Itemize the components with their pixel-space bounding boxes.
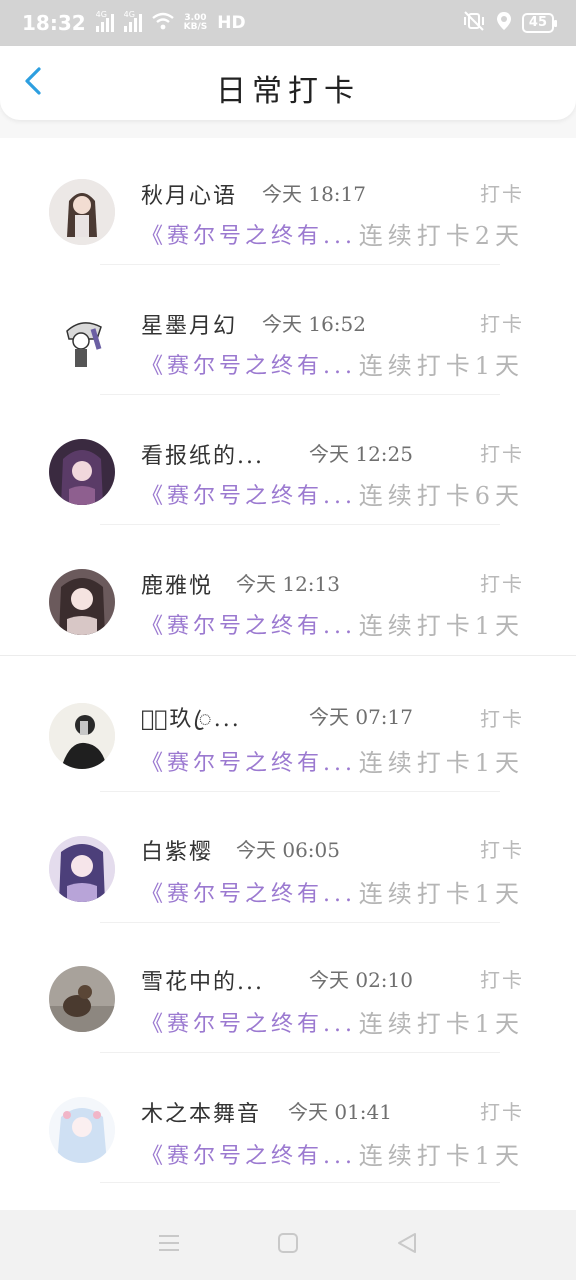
divider (100, 394, 500, 395)
streak-text: 连续打卡2天 (358, 222, 524, 250)
section-divider (0, 655, 576, 656)
checkin-label: 打卡 (480, 312, 524, 336)
status-bar: 18:32 4G 4G 3.00 KB/S HD 45 (0, 0, 576, 46)
topic-link[interactable]: 《赛尔号之终有... (141, 218, 356, 250)
avatar[interactable] (49, 703, 115, 769)
avatar[interactable] (49, 439, 115, 505)
topic-link[interactable]: 《赛尔号之终有... (141, 876, 356, 908)
checkin-label: 打卡 (480, 1100, 524, 1124)
checkin-time: 今天 16:52 (262, 312, 366, 336)
streak-text: 连续打卡1天 (358, 880, 524, 908)
checkin-label: 打卡 (480, 442, 524, 466)
page-title: 日常打卡 (216, 74, 360, 109)
signal-icon: 4G (95, 10, 114, 32)
user-name[interactable]: 秋月心语 (141, 178, 237, 210)
divider (100, 922, 500, 923)
system-nav-bar (0, 1210, 576, 1280)
streak-text: 连续打卡1天 (358, 1142, 524, 1170)
battery-icon: 45 (521, 13, 558, 33)
menu-button[interactable] (149, 1225, 189, 1265)
checkin-label: 打卡 (480, 572, 524, 596)
topic-link[interactable]: 《赛尔号之终有... (141, 1006, 356, 1038)
checkin-row[interactable]: 雪花中的... 今天 02:10 打卡 《赛尔号之终有... 连续打卡1天 (0, 936, 576, 1066)
checkin-time: 今天 01:41 (288, 1100, 392, 1124)
checkin-row[interactable]: 秋月心语 今天 18:17 打卡 《赛尔号之终有... 连续打卡2天 (0, 148, 576, 278)
avatar[interactable] (49, 966, 115, 1032)
signal-icon-2: 4G (123, 10, 142, 32)
divider (100, 1052, 500, 1053)
user-name[interactable]: 星墨月幻 (141, 308, 237, 340)
user-name[interactable]: 鹿雅悦 (141, 568, 213, 600)
net-speed-unit: KB/S (183, 22, 208, 32)
topic-link[interactable]: 《赛尔号之终有... (141, 608, 356, 640)
avatar[interactable] (49, 1097, 115, 1163)
checkin-row[interactable]: 白紫樱 今天 06:05 打卡 《赛尔号之终有... 连续打卡1天 (0, 806, 576, 936)
checkin-label: 打卡 (480, 707, 524, 731)
header: 日常打卡 (0, 46, 576, 120)
checkin-row[interactable]: 鹿雅悦 今天 12:13 打卡 《赛尔号之终有... 连续打卡1天 (0, 538, 576, 668)
user-name[interactable]: 𝓜ꦿ玖ꦿ... (141, 701, 241, 747)
checkin-time: 今天 12:13 (236, 572, 340, 596)
checkin-row[interactable]: 木之本舞音 今天 01:41 打卡 《赛尔号之终有... 连续打卡1天 (0, 1066, 576, 1196)
checkin-label: 打卡 (480, 968, 524, 992)
user-name[interactable]: 白紫樱 (141, 834, 213, 866)
checkin-row[interactable]: 星墨月幻 今天 16:52 打卡 《赛尔号之终有... 连续打卡1天 (0, 278, 576, 408)
streak-text: 连续打卡6天 (358, 482, 524, 510)
streak-text: 连续打卡1天 (358, 352, 524, 380)
checkin-label: 打卡 (480, 182, 524, 206)
checkin-time: 今天 18:17 (262, 182, 366, 206)
home-button[interactable] (268, 1225, 308, 1265)
net-speed: 3.00 KB/S (184, 14, 208, 32)
checkin-row[interactable]: 𝓜ꦿ玖ꦿ... 今天 07:17 打卡 《赛尔号之终有... 连续打卡1天 (0, 673, 576, 803)
user-name[interactable]: 木之本舞音 (141, 1096, 261, 1128)
status-left: 18:32 4G 4G 3.00 KB/S HD (22, 10, 246, 35)
divider (100, 264, 500, 265)
checkin-time: 今天 06:05 (236, 838, 340, 862)
vibrate-mute-icon (462, 10, 486, 36)
checkin-time: 今天 12:25 (309, 442, 413, 466)
back-triangle-icon (396, 1232, 418, 1258)
checkin-list: 秋月心语 今天 18:17 打卡 《赛尔号之终有... 连续打卡2天 星墨月幻 … (0, 138, 576, 1210)
location-icon (496, 11, 512, 36)
streak-text: 连续打卡1天 (358, 1010, 524, 1038)
status-right: 45 (462, 10, 558, 36)
checkin-time: 今天 02:10 (309, 968, 413, 992)
avatar[interactable] (49, 309, 115, 375)
wifi-icon (151, 12, 174, 35)
signal-label-2: 4G (123, 10, 135, 19)
topic-link[interactable]: 《赛尔号之终有... (141, 745, 356, 777)
checkin-time: 今天 07:17 (309, 705, 413, 729)
status-time: 18:32 (22, 11, 86, 35)
user-name[interactable]: 看报纸的... (141, 438, 264, 470)
system-back-button[interactable] (387, 1225, 427, 1265)
avatar[interactable] (49, 569, 115, 635)
avatar[interactable] (49, 179, 115, 245)
home-square-icon (277, 1232, 299, 1258)
checkin-label: 打卡 (480, 838, 524, 862)
divider (100, 791, 500, 792)
menu-icon (158, 1233, 180, 1257)
topic-link[interactable]: 《赛尔号之终有... (141, 348, 356, 380)
streak-text: 连续打卡1天 (358, 612, 524, 640)
topic-link[interactable]: 《赛尔号之终有... (141, 478, 356, 510)
avatar[interactable] (49, 836, 115, 902)
divider (100, 1182, 500, 1183)
hd-label: HD (217, 13, 246, 33)
divider (100, 524, 500, 525)
streak-text: 连续打卡1天 (358, 749, 524, 777)
topic-link[interactable]: 《赛尔号之终有... (141, 1138, 356, 1170)
user-name[interactable]: 雪花中的... (141, 964, 264, 996)
signal-label: 4G (95, 10, 107, 19)
checkin-row[interactable]: 看报纸的... 今天 12:25 打卡 《赛尔号之终有... 连续打卡6天 (0, 408, 576, 538)
